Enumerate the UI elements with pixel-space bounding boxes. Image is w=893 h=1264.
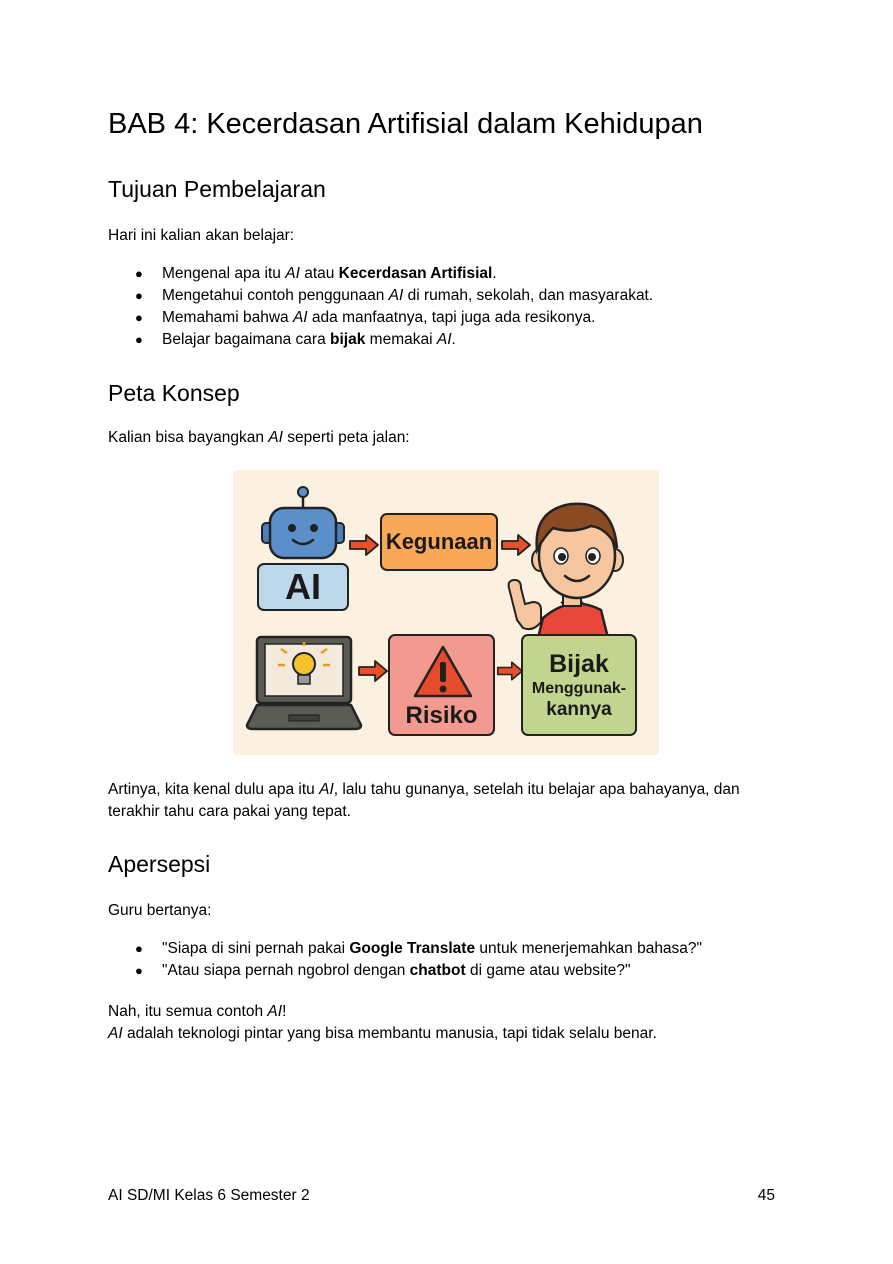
peta-caption: Artinya, kita kenal dulu apa itu AI, lal… <box>108 781 740 820</box>
arrow-right-icon <box>496 661 524 681</box>
bullet-icon: ● <box>135 266 143 281</box>
bullet-icon: ● <box>135 332 143 347</box>
risiko-box: Risiko <box>388 634 495 736</box>
risiko-box-label: Risiko <box>405 702 478 729</box>
page-number: 45 <box>757 1187 775 1204</box>
bullet-icon: ● <box>135 963 143 978</box>
apersepsi-closing: Nah, itu semua contoh AI! AI adalah tekno… <box>108 1003 657 1042</box>
section-heading-apersepsi: Apersepsi <box>108 851 211 877</box>
arrow-right-icon <box>358 660 388 682</box>
bijak-box-line2: Menggunak- <box>531 679 627 697</box>
bijak-box: Bijak Menggunak- kannya <box>521 634 637 736</box>
robot-icon <box>261 486 345 560</box>
list-item: ● Memahami bahwa AI ada manfaatnya, tapi … <box>108 307 653 329</box>
kegunaan-box-label: Kegunaan <box>385 529 493 554</box>
list-item: ● Mengenal apa itu AI atau Kecerdasan Art… <box>108 263 653 285</box>
list-item: ● Belajar bagaimana cara bijak memakai AI… <box>108 329 653 351</box>
laptop-lightbulb-icon <box>245 635 363 731</box>
bijak-box-title: Bijak <box>549 649 609 678</box>
boy-pointing-icon <box>507 502 624 642</box>
chapter-title: BAB 4: Kecerdasan Artifisial dalam Kehid… <box>108 108 703 140</box>
concept-map-illustration: AI Kegunaan Risiko Bijak Menggunak- kann… <box>233 470 659 755</box>
bijak-box-line3: kannya <box>546 698 612 720</box>
list-item: ● "Siapa di sini pernah pakai Google Tran… <box>108 938 702 960</box>
tujuan-intro: Hari ini kalian akan belajar: <box>108 227 295 244</box>
list-item: ● Mengetahui contoh penggunaan AI di ruma… <box>108 285 653 307</box>
tujuan-list: ● Mengenal apa itu AI atau Kecerdasan Art… <box>108 263 653 351</box>
arrow-right-icon <box>349 534 379 556</box>
apersepsi-intro: Guru bertanya: <box>108 902 212 919</box>
section-heading-peta-konsep: Peta Konsep <box>108 380 240 406</box>
list-item: ● "Atau siapa pernah ngobrol dengan chatb… <box>108 960 702 982</box>
apersepsi-questions: ● "Siapa di sini pernah pakai Google Tran… <box>108 938 702 982</box>
kegunaan-box: Kegunaan <box>380 513 498 571</box>
section-heading-tujuan: Tujuan Pembelajaran <box>108 176 326 202</box>
bullet-icon: ● <box>135 310 143 325</box>
peta-intro: Kalian bisa bayangkan AI seperti peta ja… <box>108 429 410 446</box>
footer-book-title: AI SD/MI Kelas 6 Semester 2 <box>108 1187 310 1204</box>
bullet-icon: ● <box>135 941 143 956</box>
ai-box-label: AI <box>285 566 321 607</box>
ai-box: AI <box>257 563 349 611</box>
bullet-icon: ● <box>135 288 143 303</box>
warning-icon <box>413 645 473 698</box>
